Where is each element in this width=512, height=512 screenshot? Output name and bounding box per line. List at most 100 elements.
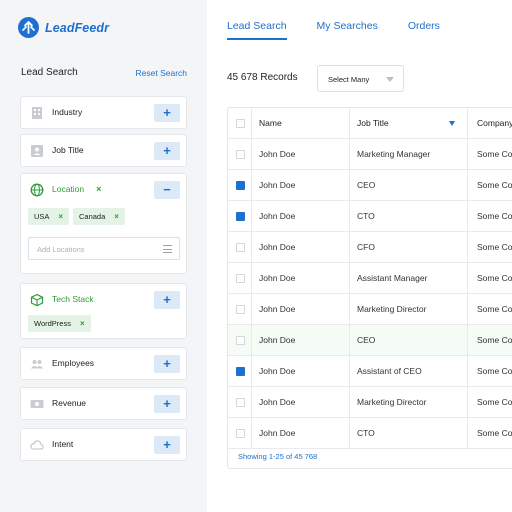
location-chip[interactable]: USA ×: [28, 208, 70, 225]
remove-chip-icon[interactable]: ×: [80, 315, 85, 332]
cell-company: Some Co: [477, 242, 512, 252]
table-row[interactable]: John Doe CEO Some Co: [228, 325, 512, 356]
location-chip-label: Canada: [79, 212, 106, 221]
row-select-cell: [228, 263, 252, 294]
table-row[interactable]: John Doe CTO Some Co: [228, 201, 512, 232]
cell-job-title: Marketing Director: [350, 387, 468, 418]
table-row[interactable]: John Doe Marketing Director Some Co: [228, 294, 512, 325]
row-checkbox[interactable]: [236, 367, 245, 376]
building-icon: [32, 107, 42, 119]
cell-name: John Doe: [252, 325, 350, 356]
cell-company: Some Co: [477, 273, 512, 283]
cell-name: John Doe: [252, 139, 350, 170]
cell-name: John Doe: [252, 294, 350, 325]
add-locations-input[interactable]: Add Locations: [28, 237, 180, 260]
row-checkbox[interactable]: [236, 181, 245, 190]
tab-orders[interactable]: Orders: [408, 20, 440, 40]
records-count: 45 678 Records: [227, 72, 298, 83]
reset-search-link[interactable]: Reset Search: [136, 68, 188, 78]
remove-chip-icon[interactable]: ×: [114, 208, 119, 225]
cell-company: Some Co: [477, 304, 512, 314]
cell-name: John Doe: [252, 232, 350, 263]
table-row[interactable]: John Doe Marketing Manager Some Co: [228, 139, 512, 170]
cell-company: Some Co: [477, 366, 512, 376]
cell-name: John Doe: [252, 418, 350, 449]
column-header-job-title-label: Job Title: [357, 118, 389, 128]
row-checkbox[interactable]: [236, 243, 245, 252]
select-all-checkbox[interactable]: [236, 119, 245, 128]
remove-chip-icon[interactable]: ×: [58, 208, 63, 225]
money-icon: [30, 400, 44, 408]
tech-chip[interactable]: WordPress ×: [28, 315, 91, 332]
add-job-title-button[interactable]: +: [154, 142, 180, 160]
cell-name: John Doe: [252, 356, 350, 387]
filter-location[interactable]: Location × − USA × Canada × Add Locations: [20, 173, 187, 274]
tech-chip-label: WordPress: [34, 319, 71, 328]
filter-location-label: Location ×: [52, 184, 101, 194]
sidebar: LeadFeedr Lead Search Reset Search Indus…: [0, 0, 207, 512]
table-row[interactable]: John Doe Marketing Director Some Co: [228, 387, 512, 418]
list-icon[interactable]: [163, 245, 172, 253]
people-icon: [30, 360, 44, 369]
row-checkbox[interactable]: [236, 429, 245, 438]
row-checkbox[interactable]: [236, 398, 245, 407]
location-chip[interactable]: Canada ×: [73, 208, 125, 225]
logo-icon: [18, 17, 39, 38]
table-row[interactable]: John Doe CFO Some Co: [228, 232, 512, 263]
sort-desc-icon[interactable]: [449, 121, 455, 126]
collapse-location-button[interactable]: −: [154, 181, 180, 199]
filter-industry[interactable]: Industry +: [20, 96, 187, 129]
cell-job-title: Marketing Manager: [350, 139, 468, 170]
cell-name: John Doe: [252, 201, 350, 232]
chevron-down-icon: [386, 77, 394, 82]
cell-company: Some Co: [477, 335, 512, 345]
filter-intent[interactable]: Intent +: [20, 428, 187, 461]
filter-revenue-label: Revenue: [52, 398, 87, 408]
cell-company: Some Co: [477, 211, 512, 221]
filter-tech-stack-label: Tech Stack: [52, 294, 94, 304]
table-row[interactable]: John Doe Assistant of CEO Some Co: [228, 356, 512, 387]
row-checkbox[interactable]: [236, 305, 245, 314]
table-row[interactable]: John Doe CTO Some Co: [228, 418, 512, 449]
table-header: Name Job Title Company: [228, 108, 512, 139]
cell-job-title: Assistant of CEO: [350, 356, 468, 387]
tab-my-searches[interactable]: My Searches: [317, 20, 378, 40]
row-select-cell: [228, 387, 252, 418]
row-checkbox[interactable]: [236, 150, 245, 159]
add-industry-button[interactable]: +: [154, 104, 180, 122]
table-row[interactable]: John Doe Assistant Manager Some Co: [228, 263, 512, 294]
filter-revenue[interactable]: Revenue +: [20, 387, 187, 420]
column-header-name[interactable]: Name: [252, 108, 350, 139]
cell-job-title: CTO: [350, 201, 468, 232]
select-many-label: Select Many: [328, 75, 370, 84]
globe-icon: [30, 183, 44, 197]
add-tech-stack-button[interactable]: +: [154, 291, 180, 309]
row-checkbox[interactable]: [236, 336, 245, 345]
logo[interactable]: LeadFeedr: [18, 17, 109, 38]
cell-job-title: CTO: [350, 418, 468, 449]
row-select-cell: [228, 201, 252, 232]
column-header-company[interactable]: Company: [468, 108, 512, 139]
column-header-job-title[interactable]: Job Title: [350, 108, 468, 139]
filter-employees[interactable]: Employees +: [20, 347, 187, 380]
add-employees-button[interactable]: +: [154, 355, 180, 373]
cell-name: John Doe: [252, 170, 350, 201]
add-intent-button[interactable]: +: [154, 436, 180, 454]
tab-lead-search[interactable]: Lead Search: [227, 20, 287, 40]
filter-job-title[interactable]: Job Title +: [20, 134, 187, 167]
sidebar-title: Lead Search: [21, 67, 78, 78]
select-many-dropdown[interactable]: Select Many: [317, 65, 404, 92]
filter-tech-stack[interactable]: Tech Stack + WordPress ×: [20, 283, 187, 339]
row-checkbox[interactable]: [236, 212, 245, 221]
sidebar-header: Lead Search Reset Search: [21, 67, 187, 78]
cell-job-title: Marketing Director: [350, 294, 468, 325]
cell-company: Some Co: [477, 180, 512, 190]
table-row[interactable]: John Doe CEO Some Co: [228, 170, 512, 201]
cloud-icon: [30, 440, 44, 450]
filter-employees-label: Employees: [52, 358, 95, 368]
add-revenue-button[interactable]: +: [154, 395, 180, 413]
row-checkbox[interactable]: [236, 274, 245, 283]
clear-location-icon[interactable]: ×: [96, 184, 101, 194]
cube-icon: [30, 293, 44, 307]
row-select-cell: [228, 170, 252, 201]
